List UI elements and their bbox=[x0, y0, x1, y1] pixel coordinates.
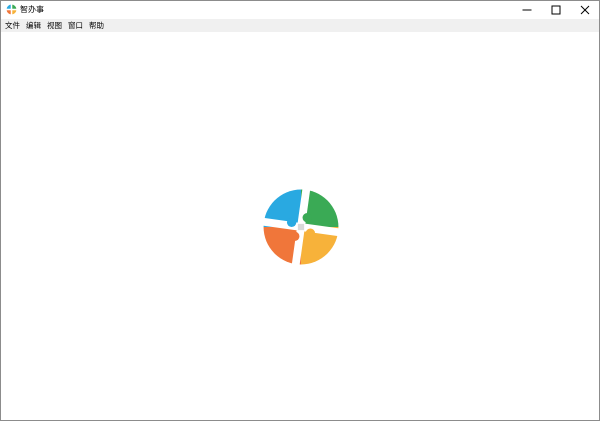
close-icon bbox=[580, 5, 590, 15]
maximize-button[interactable] bbox=[542, 1, 570, 19]
title-bar[interactable]: 智办事 bbox=[1, 1, 599, 19]
window-title: 智办事 bbox=[20, 5, 44, 14]
app-window: 智办事 文件 编辑 视图 窗口 帮助 bbox=[0, 0, 600, 421]
main-content bbox=[1, 32, 599, 420]
app-logo-icon bbox=[6, 4, 17, 15]
menu-window[interactable]: 窗口 bbox=[65, 19, 86, 32]
maximize-icon bbox=[551, 5, 561, 15]
menu-help[interactable]: 帮助 bbox=[86, 19, 107, 32]
minimize-icon bbox=[522, 9, 532, 11]
menu-view[interactable]: 视图 bbox=[44, 19, 65, 32]
splash-logo-icon bbox=[262, 188, 340, 266]
menu-bar: 文件 编辑 视图 窗口 帮助 bbox=[1, 19, 599, 32]
minimize-button[interactable] bbox=[513, 1, 541, 19]
menu-edit[interactable]: 编辑 bbox=[23, 19, 44, 32]
menu-file[interactable]: 文件 bbox=[1, 19, 23, 32]
close-button[interactable] bbox=[571, 1, 599, 19]
